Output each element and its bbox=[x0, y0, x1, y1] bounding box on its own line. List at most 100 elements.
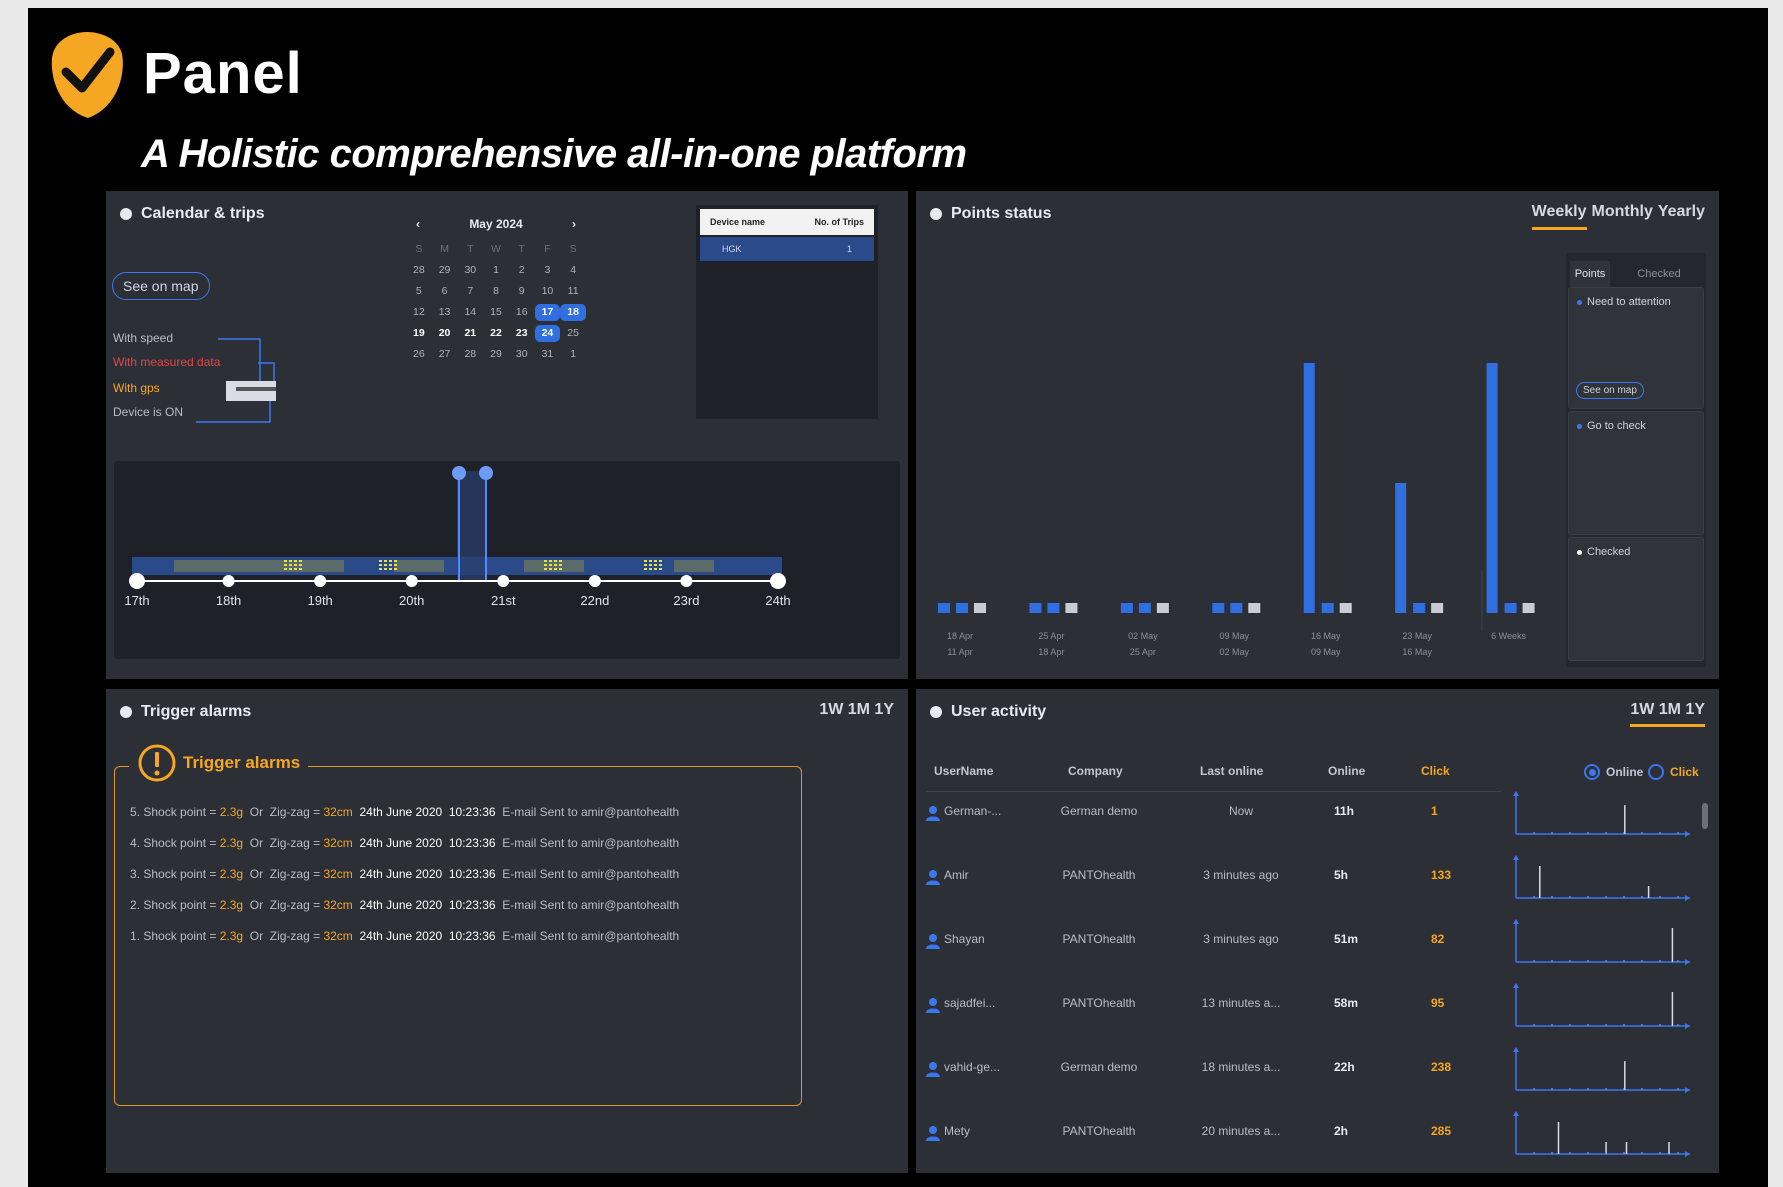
calendar-day[interactable]: 30 bbox=[509, 346, 535, 363]
timeline-node[interactable] bbox=[588, 575, 601, 587]
alarm-cm: 32cm bbox=[323, 929, 353, 943]
timeline-node[interactable] bbox=[770, 573, 786, 589]
alarm-item[interactable]: 4. Shock point = 2.3g Or Zig-zag = 32cm … bbox=[130, 836, 679, 850]
calendar-day[interactable]: 23 bbox=[509, 325, 535, 342]
alarms-period-selector[interactable]: 1W 1M 1Y bbox=[819, 701, 894, 719]
timeline-node[interactable] bbox=[680, 575, 693, 587]
calendar-day[interactable]: 31 bbox=[535, 346, 561, 363]
points-bar[interactable] bbox=[1431, 603, 1444, 613]
alarm-box-header: Trigger alarms bbox=[129, 743, 309, 783]
calendar-day[interactable]: 28 bbox=[406, 262, 432, 279]
points-bar[interactable] bbox=[974, 603, 986, 613]
points-bar[interactable] bbox=[938, 603, 950, 613]
alarm-item[interactable]: 2. Shock point = 2.3g Or Zig-zag = 32cm … bbox=[130, 898, 679, 912]
range-handle[interactable] bbox=[452, 466, 466, 480]
calendar-day[interactable]: 29 bbox=[483, 346, 509, 363]
calendar-day[interactable]: 9 bbox=[509, 283, 535, 300]
calendar-day[interactable]: 10 bbox=[535, 283, 561, 300]
calendar-day[interactable]: 18 bbox=[560, 304, 586, 321]
calendar-day[interactable]: 22 bbox=[483, 325, 509, 342]
points-bar[interactable] bbox=[1395, 483, 1407, 613]
user-name-cell[interactable]: Shayan bbox=[944, 932, 985, 946]
period-yearly[interactable]: Yearly bbox=[1658, 203, 1705, 230]
calendar-day[interactable]: 25 bbox=[560, 325, 586, 342]
alarm-item[interactable]: 3. Shock point = 2.3g Or Zig-zag = 32cm … bbox=[130, 867, 679, 881]
gps-mark bbox=[389, 568, 392, 570]
table-row[interactable]: HGK 1 bbox=[700, 237, 874, 261]
see-on-map-small-button[interactable]: See on map bbox=[1576, 382, 1644, 399]
calendar-day[interactable]: 15 bbox=[483, 304, 509, 321]
points-bar[interactable] bbox=[1248, 603, 1261, 613]
calendar-day[interactable]: 16 bbox=[509, 304, 535, 321]
calendar-day[interactable]: 6 bbox=[432, 283, 458, 300]
user-name-cell[interactable]: sajadfei... bbox=[944, 996, 995, 1010]
points-bar[interactable] bbox=[1339, 603, 1352, 613]
timeline-node[interactable] bbox=[405, 575, 418, 587]
calendar-day[interactable]: 12 bbox=[406, 304, 432, 321]
points-bar[interactable] bbox=[1303, 363, 1315, 613]
calendar-day[interactable]: 4 bbox=[560, 262, 586, 279]
calendar-day[interactable]: 5 bbox=[406, 283, 432, 300]
points-bar[interactable] bbox=[1047, 603, 1060, 613]
calendar-day[interactable]: 3 bbox=[535, 262, 561, 279]
timeline-node[interactable] bbox=[497, 575, 510, 587]
next-month-icon[interactable]: › bbox=[572, 217, 576, 231]
calendar-day[interactable]: 20 bbox=[432, 325, 458, 342]
see-on-map-button[interactable]: See on map bbox=[112, 272, 210, 300]
calendar-day[interactable]: 28 bbox=[457, 346, 483, 363]
alarm-item[interactable]: 1. Shock point = 2.3g Or Zig-zag = 32cm … bbox=[130, 929, 679, 943]
points-bar[interactable] bbox=[956, 603, 968, 613]
alarm-item[interactable]: 5. Shock point = 2.3g Or Zig-zag = 32cm … bbox=[130, 805, 679, 819]
tab-checked[interactable]: Checked bbox=[1624, 261, 1694, 287]
calendar-day[interactable]: 29 bbox=[432, 262, 458, 279]
go-to-check-label[interactable]: Go to check bbox=[1587, 420, 1646, 432]
gps-mark bbox=[289, 564, 292, 566]
tab-points[interactable]: Points bbox=[1570, 261, 1610, 287]
points-bar[interactable] bbox=[1138, 603, 1151, 613]
period-monthly[interactable]: Monthly bbox=[1592, 203, 1653, 230]
points-bar[interactable] bbox=[1065, 603, 1078, 613]
trip-timeline[interactable]: 17th 18th 19th 20th 21st 22nd 23rd 24th bbox=[114, 461, 900, 659]
calendar-day[interactable]: 14 bbox=[457, 304, 483, 321]
timeline-node[interactable] bbox=[222, 575, 235, 587]
points-bar[interactable] bbox=[1413, 603, 1426, 613]
user-name-cell[interactable]: German-... bbox=[944, 804, 1001, 818]
user-name-cell[interactable]: Amir bbox=[944, 868, 969, 882]
calendar-day[interactable]: 13 bbox=[432, 304, 458, 321]
calendar-day[interactable]: 1 bbox=[560, 346, 586, 363]
calendar-day[interactable]: 1 bbox=[483, 262, 509, 279]
prev-month-icon[interactable]: ‹ bbox=[416, 217, 420, 231]
calendar-day[interactable]: 26 bbox=[406, 346, 432, 363]
radio-click[interactable]: Click bbox=[1648, 764, 1699, 780]
calendar-day[interactable]: 24 bbox=[534, 325, 561, 342]
points-bar[interactable] bbox=[1230, 603, 1243, 613]
points-bar[interactable] bbox=[1212, 603, 1225, 613]
calendar-day[interactable]: 27 bbox=[432, 346, 458, 363]
range-handle[interactable] bbox=[479, 466, 493, 480]
points-bar[interactable] bbox=[1156, 603, 1169, 613]
timeline-day-label: 21st bbox=[490, 593, 516, 608]
points-bar[interactable] bbox=[1120, 603, 1133, 613]
calendar-day[interactable]: 8 bbox=[483, 283, 509, 300]
calendar-day[interactable]: 7 bbox=[457, 283, 483, 300]
scrollbar[interactable] bbox=[1702, 803, 1708, 829]
user-period-selector[interactable]: 1W 1M 1Y bbox=[1630, 701, 1705, 727]
calendar-day[interactable]: 17 bbox=[534, 304, 561, 321]
timeline-node[interactable] bbox=[129, 573, 145, 589]
points-bar[interactable] bbox=[1486, 363, 1498, 613]
calendar-day[interactable]: 30 bbox=[457, 262, 483, 279]
points-bar[interactable] bbox=[1321, 603, 1334, 613]
x-tick-label: 09 May bbox=[1219, 631, 1250, 641]
calendar-day[interactable]: 2 bbox=[509, 262, 535, 279]
period-weekly[interactable]: Weekly bbox=[1531, 203, 1587, 230]
radio-online[interactable]: Online bbox=[1584, 764, 1643, 780]
user-name-cell[interactable]: Mety bbox=[944, 1124, 970, 1138]
timeline-node[interactable] bbox=[314, 575, 327, 587]
points-bar[interactable] bbox=[1504, 603, 1517, 613]
points-bar[interactable] bbox=[1522, 603, 1535, 613]
points-bar[interactable] bbox=[1029, 603, 1042, 613]
user-name-cell[interactable]: vahid-ge... bbox=[944, 1060, 1000, 1074]
calendar-day[interactable]: 11 bbox=[560, 283, 586, 300]
calendar-day[interactable]: 21 bbox=[457, 325, 483, 342]
calendar-day[interactable]: 19 bbox=[406, 325, 432, 342]
